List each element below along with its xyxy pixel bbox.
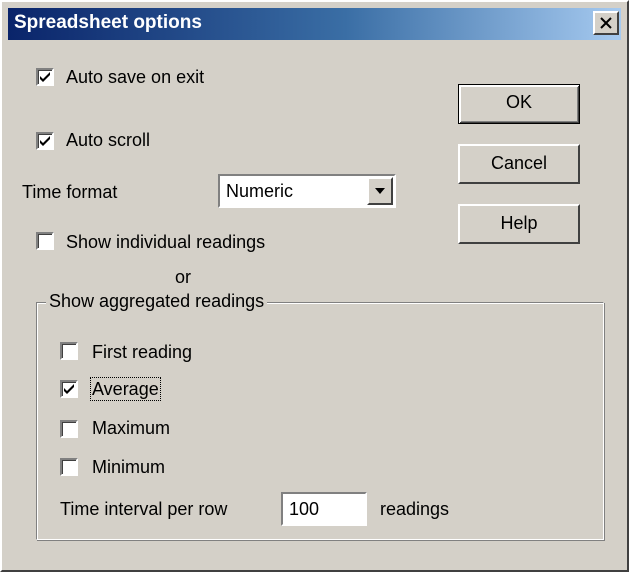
- maximum-label[interactable]: Maximum: [92, 418, 170, 438]
- close-icon: [600, 17, 612, 29]
- show-individual-label[interactable]: Show individual readings: [66, 232, 265, 252]
- close-button[interactable]: [593, 11, 619, 35]
- checkmark-icon: [40, 72, 50, 82]
- spreadsheet-options-dialog: Spreadsheet options Auto save on exit Au…: [0, 0, 629, 572]
- auto-scroll-label[interactable]: Auto scroll: [66, 130, 150, 150]
- aggregated-readings-legend: Show aggregated readings: [46, 291, 268, 311]
- show-individual-checkbox[interactable]: [36, 232, 54, 250]
- first-reading-checkbox[interactable]: [60, 342, 78, 360]
- average-label[interactable]: Average: [90, 377, 161, 401]
- time-interval-label: Time interval per row: [60, 499, 228, 519]
- help-button[interactable]: Help: [458, 204, 580, 244]
- average-checkbox[interactable]: [60, 380, 78, 398]
- dialog-title: Spreadsheet options: [14, 12, 202, 33]
- auto-save-checkbox[interactable]: [36, 68, 54, 86]
- title-bar[interactable]: Spreadsheet options: [8, 8, 621, 40]
- auto-scroll-checkbox[interactable]: [36, 132, 54, 150]
- time-format-dropdown-button[interactable]: [367, 177, 393, 205]
- auto-save-label[interactable]: Auto save on exit: [66, 67, 204, 87]
- checkmark-icon: [64, 384, 74, 394]
- ok-button[interactable]: OK: [458, 84, 580, 124]
- or-label: or: [175, 267, 192, 287]
- readings-unit-label: readings: [380, 499, 450, 519]
- time-format-label: Time format: [22, 182, 118, 202]
- time-format-select[interactable]: Numeric: [218, 174, 396, 208]
- first-reading-label[interactable]: First reading: [92, 342, 192, 362]
- checkmark-icon: [40, 136, 50, 146]
- cancel-button[interactable]: Cancel: [458, 144, 580, 184]
- maximum-checkbox[interactable]: [60, 420, 78, 438]
- minimum-checkbox[interactable]: [60, 458, 78, 476]
- minimum-label[interactable]: Minimum: [92, 457, 165, 477]
- chevron-down-icon: [375, 188, 385, 194]
- time-format-value: Numeric: [226, 181, 294, 201]
- time-interval-input[interactable]: 100: [281, 492, 367, 526]
